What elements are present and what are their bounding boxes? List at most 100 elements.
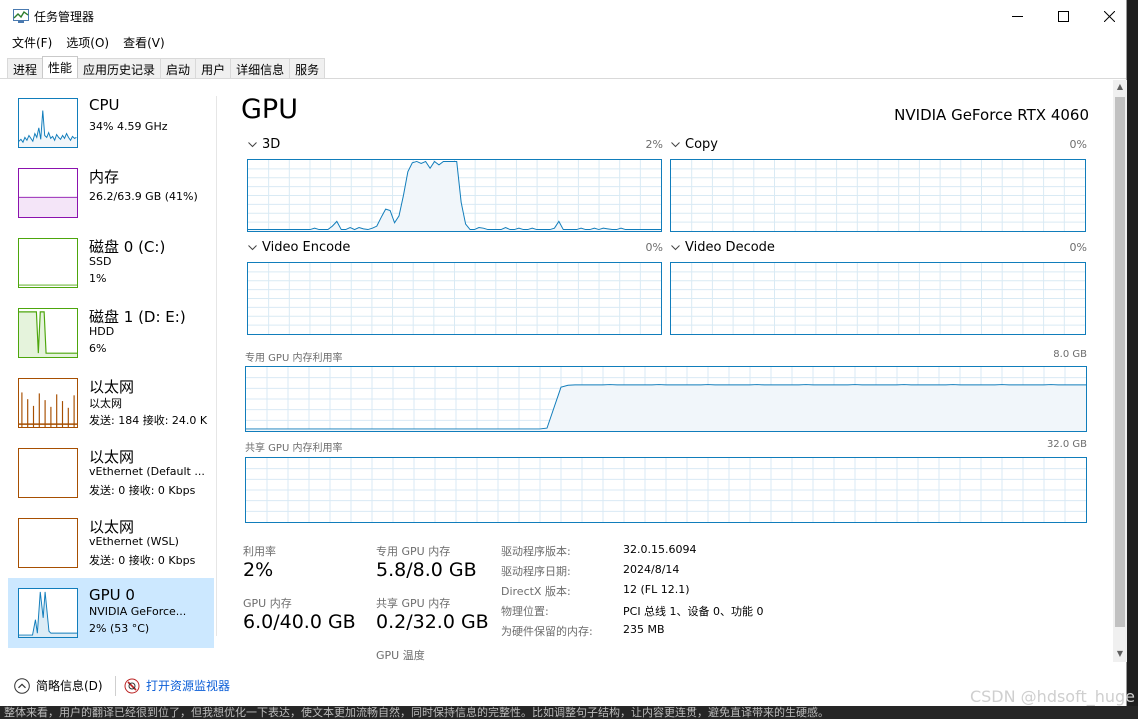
sidebar-item[interactable]: 磁盘 1 (D: E:) HDD 6% (8, 298, 214, 368)
scroll-up-arrow-icon[interactable]: ▲ (1113, 80, 1127, 94)
engine-selector-video-decode[interactable]: Video Decode (671, 240, 775, 255)
chevron-up-circle-icon (14, 678, 30, 694)
fewer-details-label: 简略信息(D) (36, 679, 103, 693)
engine-graph-3d-plot (248, 160, 661, 231)
sidebar-item-detail: 6% (89, 342, 107, 355)
scroll-down-arrow-icon[interactable]: ▼ (1113, 647, 1127, 661)
tab-strip: 进程 性能 应用历史记录 启动 用户 详细信息 服务 (7, 56, 326, 78)
tab-app-history[interactable]: 应用历史记录 (77, 58, 162, 78)
sidebar-item-title: 以太网 (89, 518, 135, 536)
engine-label: 3D (262, 137, 281, 152)
menu-bar: 文件(F) 选项(O) 查看(V) (0, 32, 165, 52)
menu-view[interactable]: 查看(V) (109, 32, 165, 52)
engine-label: Copy (685, 137, 718, 152)
sidebar-item-detail: 2% (53 °C) (89, 622, 150, 635)
minimize-icon (1011, 15, 1023, 17)
thumbnail-plot (19, 284, 77, 286)
sidebar-thumbnail-graph (18, 518, 78, 568)
sidebar-item-detail: 34% 4.59 GHz (89, 120, 168, 133)
menu-options[interactable]: 选项(O) (52, 32, 109, 52)
task-manager-window: 任务管理器 文件(F) 选项(O) 查看(V) 进程 性能 应用历史记录 启动 … (0, 0, 1127, 706)
engine-selector-copy[interactable]: Copy (671, 137, 718, 152)
chevron-down-icon (248, 142, 257, 148)
engine-selector-3d[interactable]: 3D (248, 137, 280, 152)
tab-details[interactable]: 详细信息 (230, 58, 291, 78)
sidebar-item[interactable]: 内存 26.2/63.9 GB (41%) (8, 158, 214, 228)
close-button[interactable] (1086, 0, 1132, 32)
chevron-down-icon (248, 245, 257, 251)
chevron-down-icon (671, 245, 680, 251)
tab-performance[interactable]: 性能 (42, 56, 79, 78)
engine-percent: 0% (1069, 241, 1087, 254)
maximize-icon (1057, 10, 1069, 22)
tab-startup[interactable]: 启动 (160, 58, 197, 78)
sidebar-item-detail: 26.2/63.9 GB (41%) (89, 190, 198, 203)
engine-percent: 0% (1069, 138, 1087, 151)
open-resource-monitor-link[interactable]: 打开资源监视器 (124, 677, 230, 694)
sidebar-item-detail: NVIDIA GeForce... (89, 605, 187, 618)
task-manager-icon (13, 9, 29, 23)
sidebar-item[interactable]: 以太网 vEthernet (WSL) 发送: 0 接收: 0 Kbps (8, 508, 214, 578)
sidebar-item-detail: 发送: 0 接收: 0 Kbps (89, 484, 196, 497)
window-title: 任务管理器 (34, 10, 95, 24)
maximize-button[interactable] (1040, 0, 1086, 32)
gpu-memory-value: 6.0/40.0 GB (243, 611, 356, 633)
driver-version-label: 驱动程序版本: (501, 545, 571, 558)
footer-separator (115, 676, 116, 696)
title-bar[interactable]: 任务管理器 (0, 0, 1126, 32)
engine-label: Video Encode (262, 240, 351, 255)
minimize-button[interactable] (994, 0, 1040, 32)
thumbnail-plot (19, 311, 77, 357)
sidebar-item-title: 以太网 (89, 448, 135, 466)
sidebar-item-title: 磁盘 1 (D: E:) (89, 308, 186, 326)
menu-file[interactable]: 文件(F) (0, 32, 52, 52)
tabs-divider (0, 78, 1126, 79)
shared-memory-max: 32.0 GB (1046, 439, 1087, 450)
shared-memory-value: 0.2/32.0 GB (376, 611, 489, 633)
sidebar-item-title: 以太网 (89, 378, 135, 396)
thumbnail-plot (19, 392, 77, 427)
engine-selector-video-encode[interactable]: Video Encode (248, 240, 350, 255)
driver-date-value: 2024/8/14 (623, 563, 680, 576)
physical-location-value: PCI 总线 1、设备 0、功能 0 (623, 605, 764, 618)
sidebar-item-title: CPU (89, 96, 120, 114)
shared-memory-label: 共享 GPU 内存 (376, 597, 451, 610)
physical-location-label: 物理位置: (501, 605, 549, 618)
utilization-value: 2% (243, 559, 274, 581)
shared-memory-graph-label: 共享 GPU 内存利用率 (245, 443, 343, 454)
sidebar-item[interactable]: GPU 0 NVIDIA GeForce... 2% (53 °C) (8, 578, 214, 648)
sidebar-item[interactable]: 磁盘 0 (C:) SSD 1% (8, 228, 214, 298)
engine-label: Video Decode (685, 240, 775, 255)
engine-graph-video-decode (670, 262, 1086, 335)
resource-monitor-icon (124, 678, 140, 694)
scrollbar-thumb[interactable] (1115, 97, 1125, 627)
tab-users[interactable]: 用户 (195, 58, 232, 78)
vertical-scrollbar[interactable]: ▲ ▼ (1113, 80, 1127, 662)
gpu-device-name: NVIDIA GeForce RTX 4060 (894, 106, 1089, 124)
chevron-down-icon (671, 142, 680, 148)
sidebar-item[interactable]: CPU 34% 4.59 GHz (8, 88, 214, 158)
sidebar-divider (216, 96, 217, 636)
sidebar-item-detail: 以太网 (89, 397, 122, 410)
sidebar-item-detail: vEthernet (WSL) (89, 535, 179, 548)
background-text: 整体来看，用户的翻译已经很到位了，但我想优化一下表达，使文本更加流畅自然，同时保… (0, 706, 1138, 719)
sidebar-thumbnail-graph (18, 308, 78, 358)
sidebar-thumbnail-graph (18, 448, 78, 498)
fewer-details-button[interactable]: 简略信息(D) (14, 677, 103, 694)
sidebar-item[interactable]: 以太网 以太网 发送: 184 接收: 24.0 K (8, 368, 214, 438)
engine-percent: 0% (645, 241, 663, 254)
tab-processes[interactable]: 进程 (7, 58, 44, 78)
hardware-reserved-memory-label: 为硬件保留的内存: (501, 625, 593, 638)
sidebar-item-detail: 发送: 0 接收: 0 Kbps (89, 554, 196, 567)
sidebar-item[interactable]: 以太网 vEthernet (Default ... 发送: 0 接收: 0 Kbp… (8, 438, 214, 508)
shared-memory-graph (245, 457, 1087, 523)
engine-graph-copy-plot (671, 160, 1085, 231)
engine-graph-video-encode (247, 262, 662, 335)
dedicated-memory-value: 5.8/8.0 GB (376, 559, 477, 581)
gpu-temperature-label: GPU 温度 (376, 649, 425, 662)
thumbnail-plot (19, 519, 77, 567)
sidebar-thumbnail-graph (18, 378, 78, 428)
driver-date-label: 驱动程序日期: (501, 565, 571, 578)
tab-services[interactable]: 服务 (289, 58, 326, 78)
engine-graph-video-decode-plot (671, 263, 1085, 334)
